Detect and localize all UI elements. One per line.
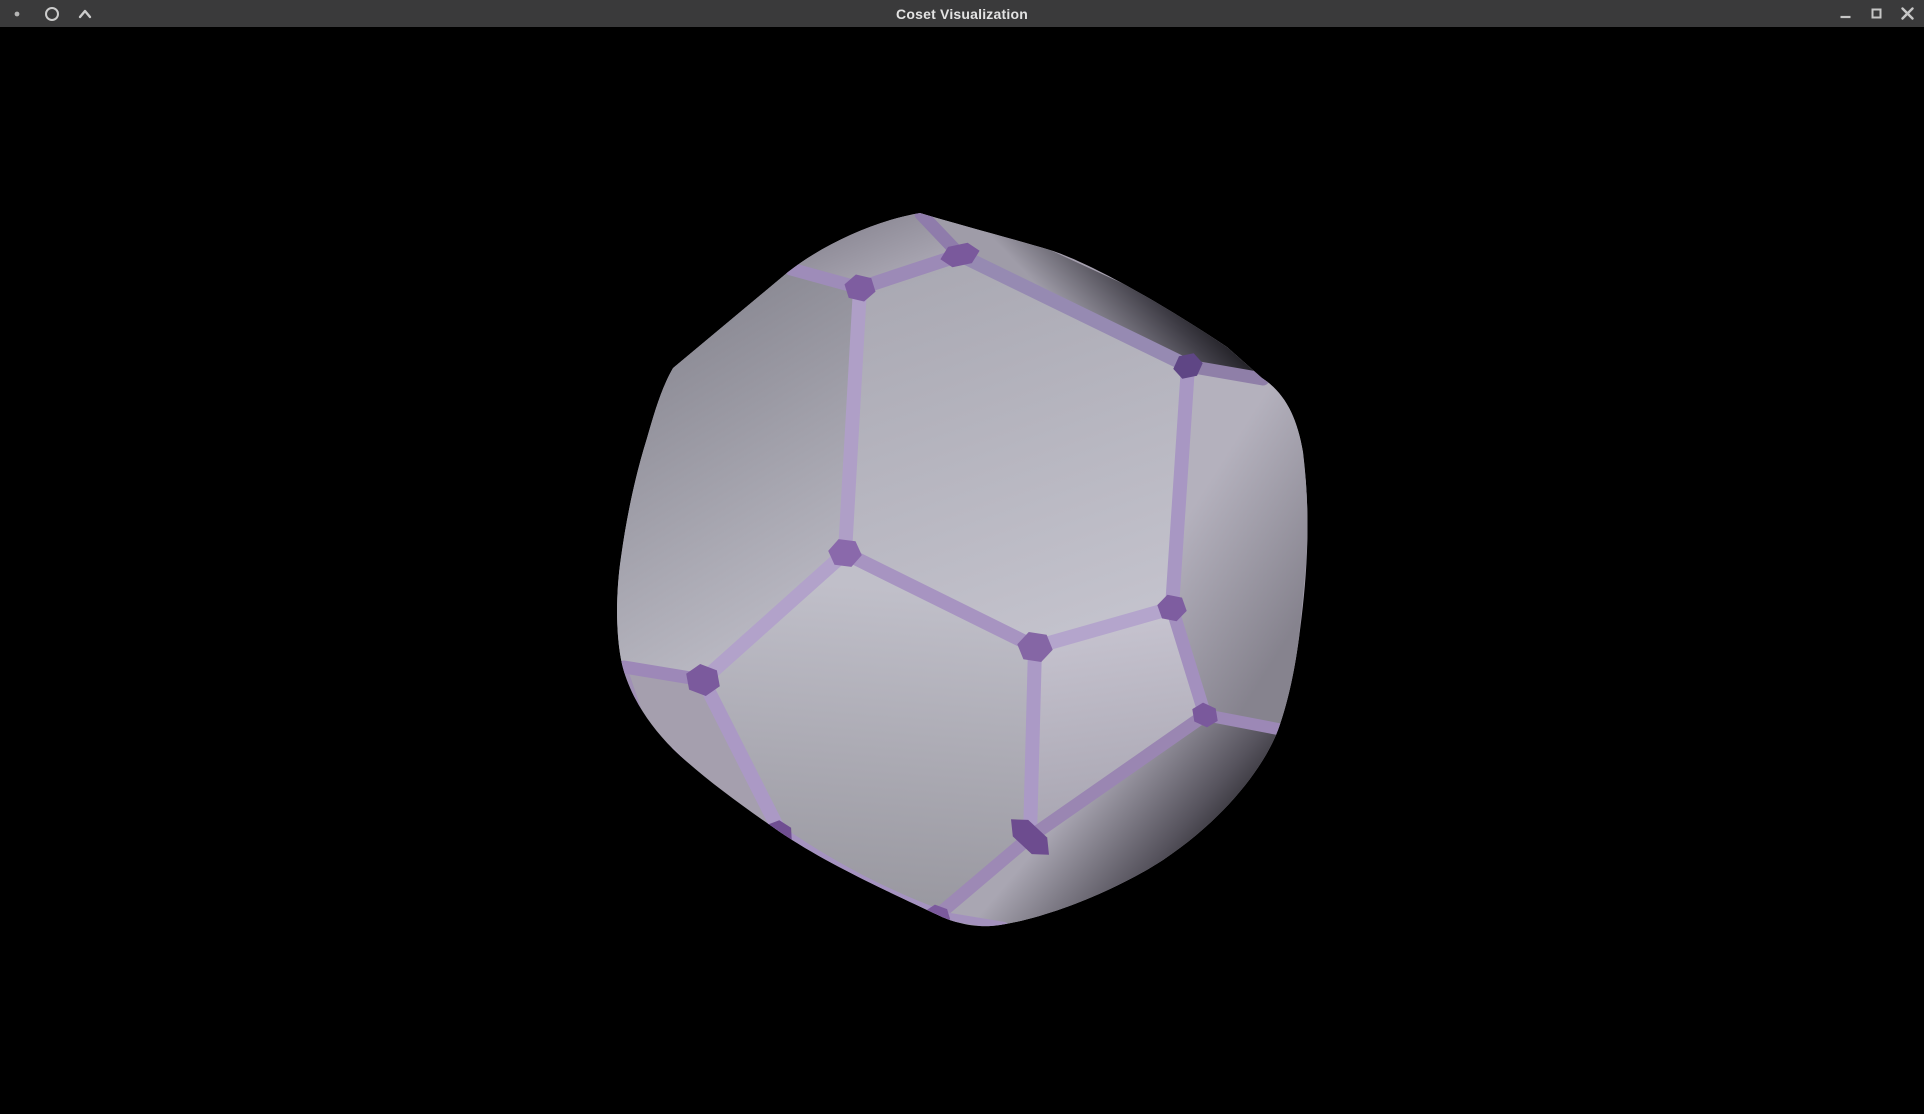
chevron-up-icon[interactable]: [77, 6, 93, 22]
window-controls: [1837, 0, 1924, 27]
render-viewport[interactable]: [0, 0, 1924, 1114]
titlebar[interactable]: Coset Visualization: [0, 0, 1924, 27]
dot-icon[interactable]: [11, 6, 27, 22]
window-title: Coset Visualization: [0, 0, 1924, 27]
circle-icon[interactable]: [44, 6, 60, 22]
maximize-button[interactable]: [1868, 6, 1884, 22]
close-button[interactable]: [1899, 6, 1915, 22]
titlebar-left-icons: [0, 0, 93, 27]
minimize-button[interactable]: [1837, 6, 1853, 22]
coset-polytope-canvas[interactable]: [0, 0, 1924, 1114]
polytope-edge: [1030, 647, 1035, 837]
app-window: Coset Visualization: [0, 0, 1924, 1114]
